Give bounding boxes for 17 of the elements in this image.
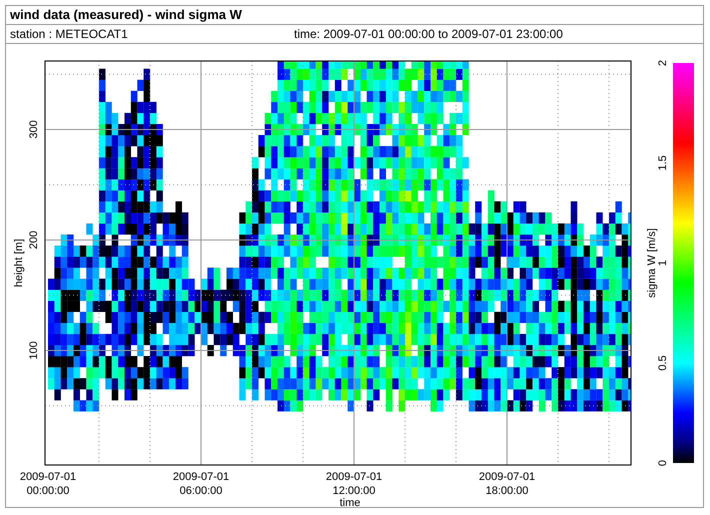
time-range-label: time: 2009-07-01 00:00:00 to 2009-07-01 23:00:00 <box>294 27 563 41</box>
x-axis-label: time <box>340 497 360 507</box>
x-tick-label: 2009-07-01 00:00:00 <box>20 471 76 497</box>
y-axis-label: height [m] <box>13 238 25 288</box>
window-title: wind data (measured) - wind sigma W <box>6 6 703 25</box>
x-tick-label: 2009-07-01 06:00:00 <box>172 471 230 497</box>
colorbar-label: sigma W [m/s] <box>646 228 658 298</box>
colorbar-tick-label: 0.5 <box>657 355 669 371</box>
station-label: station : METEOCAT1 <box>10 27 129 41</box>
y-tick-label: 200 <box>28 230 40 250</box>
y-tick-label: 100 <box>28 341 40 360</box>
colorbar-tick-label: 0 <box>657 460 669 466</box>
y-tick-label: 300 <box>28 120 40 139</box>
x-tick-label: 2009-07-01 18:00:00 <box>478 471 536 497</box>
colorbar-tick-label: 2 <box>657 60 669 66</box>
colorbar-tick-label: 1.5 <box>657 155 669 171</box>
colorbar-tick-label: 1 <box>657 260 669 266</box>
